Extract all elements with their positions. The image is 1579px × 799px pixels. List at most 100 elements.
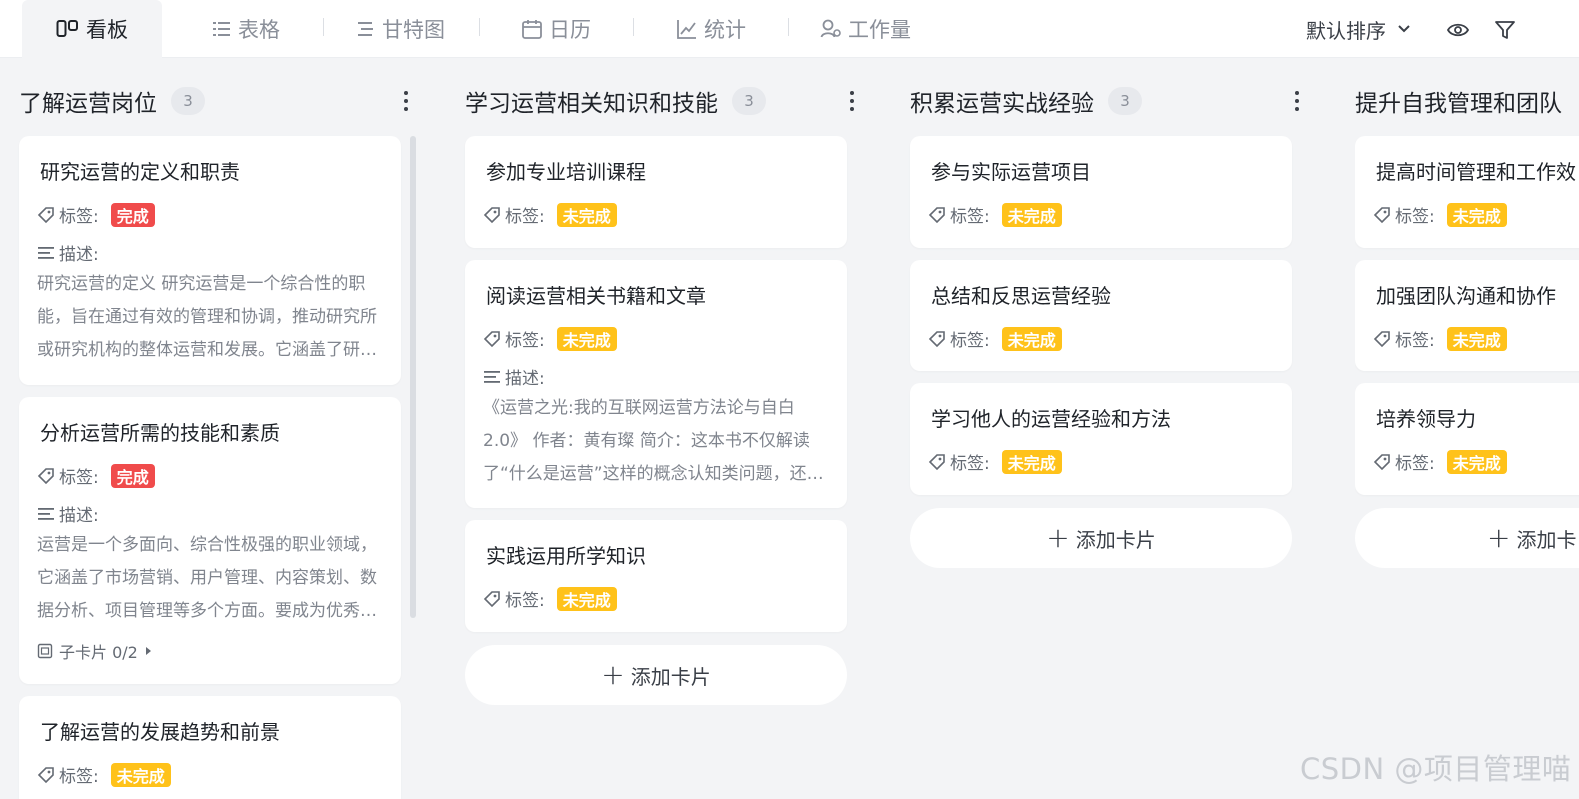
- sort-dropdown[interactable]: 默认排序: [1306, 0, 1412, 58]
- tag-icon: [928, 330, 946, 348]
- more-icon[interactable]: [847, 84, 857, 118]
- description-label: 描述:: [505, 369, 545, 389]
- task-card[interactable]: 参加专业培训课程 标签: 未完成: [465, 136, 847, 248]
- card-title: 总结和反思运营经验: [931, 284, 1111, 308]
- task-card[interactable]: 实践运用所学知识 标签: 未完成: [465, 520, 847, 632]
- task-card[interactable]: 分析运营所需的技能和素质 标签: 完成 描述: 运营是一个多面向、综合性极强的职…: [19, 397, 401, 684]
- tag-label: 标签:: [1395, 454, 1435, 474]
- tag-icon: [928, 453, 946, 471]
- more-icon[interactable]: [1292, 84, 1302, 118]
- tag-label: 标签:: [1395, 207, 1435, 227]
- filter-icon[interactable]: [1493, 18, 1517, 42]
- calendar-icon: [521, 18, 543, 40]
- tab-statistics[interactable]: 统计: [676, 0, 746, 58]
- status-badge: 完成: [110, 202, 155, 227]
- plus-icon: +: [1487, 521, 1511, 554]
- chart-icon: [676, 18, 698, 40]
- task-card[interactable]: 提高时间管理和工作效 标签: 未完成: [1355, 136, 1579, 248]
- tag-icon: [37, 206, 55, 224]
- card-title: 阅读运营相关书籍和文章: [486, 284, 706, 308]
- card-title: 参加专业培训课程: [486, 160, 646, 184]
- card-tag-row: 标签: 未完成: [1373, 326, 1507, 351]
- task-card[interactable]: 学习他人的运营经验和方法 标签: 未完成: [910, 383, 1292, 495]
- status-badge: 未完成: [110, 762, 171, 787]
- eye-icon[interactable]: [1446, 18, 1470, 42]
- status-badge: 未完成: [1446, 326, 1507, 351]
- column-count: 3: [1108, 87, 1142, 115]
- gantt-icon: [356, 20, 376, 38]
- column-scrollbar[interactable]: [410, 136, 416, 618]
- plus-icon: +: [601, 658, 625, 691]
- tag-label: 标签:: [59, 468, 99, 488]
- tab-table[interactable]: 表格: [212, 0, 280, 58]
- column-count: 3: [171, 87, 205, 115]
- kanban-column: 提升自我管理和团队 提高时间管理和工作效 标签: 未完成 加强团队沟通和协作 标…: [1355, 58, 1579, 799]
- card-tag-row: 标签: 未完成: [483, 326, 617, 351]
- sort-label: 默认排序: [1306, 18, 1386, 43]
- task-card[interactable]: 阅读运营相关书籍和文章 标签: 未完成 描述: 《运营之光:我的互联网运营方法论…: [465, 260, 847, 508]
- card-tag-row: 标签: 未完成: [483, 586, 617, 611]
- workload-icon: [820, 18, 842, 40]
- tag-label: 标签:: [505, 591, 545, 611]
- tag-icon: [1373, 330, 1391, 348]
- status-badge: 未完成: [1001, 202, 1062, 227]
- card-description: 《运营之光:我的互联网运营方法论与自白2.0》 作者：黄有璨 简介：这本书不仅解…: [483, 398, 824, 484]
- tag-label: 标签:: [505, 331, 545, 351]
- view-toolbar: 看板 表格 甘特图 日历 统计 工作量 默认排序: [0, 0, 1579, 58]
- add-card-button[interactable]: + 添加卡片: [465, 645, 847, 705]
- tab-divider: [323, 18, 324, 36]
- plus-icon: +: [1046, 521, 1070, 554]
- column-count: 3: [732, 87, 766, 115]
- more-icon[interactable]: [401, 84, 411, 118]
- column-title: 了解运营岗位: [19, 91, 157, 117]
- status-badge: 未完成: [1446, 449, 1507, 474]
- card-tag-row: 标签: 完成: [37, 202, 155, 227]
- description-icon: [483, 368, 501, 386]
- card-tag-row: 标签: 未完成: [37, 762, 171, 787]
- task-card[interactable]: 研究运营的定义和职责 标签: 完成 描述: 研究运营的定义 研究运营是一个综合性…: [19, 136, 401, 385]
- task-card[interactable]: 参与实际运营项目 标签: 未完成: [910, 136, 1292, 248]
- task-card[interactable]: 了解运营的发展趋势和前景 标签: 未完成: [19, 696, 401, 799]
- add-card-button[interactable]: + 添加卡片: [910, 508, 1292, 568]
- card-description: 研究运营的定义 研究运营是一个综合性的职能，旨在通过有效的管理和协调，推动研究所…: [37, 274, 377, 360]
- description-icon: [37, 505, 55, 523]
- tab-gantt[interactable]: 甘特图: [356, 0, 445, 58]
- task-card[interactable]: 培养领导力 标签: 未完成: [1355, 383, 1579, 495]
- task-card[interactable]: 总结和反思运营经验 标签: 未完成: [910, 260, 1292, 371]
- tab-label: 甘特图: [382, 18, 445, 42]
- watermark: CSDN @项目管理喵: [1300, 752, 1572, 786]
- subcard-counter[interactable]: 子卡片 0/2: [37, 639, 151, 663]
- tab-label: 表格: [238, 18, 280, 42]
- caret-right-icon: [145, 647, 151, 655]
- tab-label: 日历: [549, 18, 591, 42]
- tab-workload[interactable]: 工作量: [820, 0, 911, 58]
- card-title: 分析运营所需的技能和素质: [40, 421, 280, 445]
- status-badge: 未完成: [1446, 202, 1507, 227]
- tab-calendar[interactable]: 日历: [521, 0, 591, 58]
- card-title: 培养领导力: [1376, 407, 1476, 431]
- card-desc-label-row: 描述:: [37, 240, 99, 265]
- tag-icon: [1373, 206, 1391, 224]
- card-title: 提高时间管理和工作效: [1376, 160, 1576, 184]
- card-title: 参与实际运营项目: [931, 160, 1091, 184]
- tag-label: 标签:: [950, 331, 990, 351]
- column-header: 学习运营相关知识和技能 3: [465, 84, 855, 118]
- subcard-label: 子卡片 0/2: [59, 643, 138, 662]
- tag-icon: [1373, 453, 1391, 471]
- card-tag-row: 标签: 未完成: [928, 202, 1062, 227]
- kanban-icon: [56, 18, 80, 40]
- column-title: 提升自我管理和团队: [1355, 91, 1562, 117]
- subcard-icon: [37, 643, 53, 659]
- tab-divider: [633, 18, 634, 36]
- status-badge: 未完成: [556, 202, 617, 227]
- tab-divider: [479, 18, 480, 36]
- tag-icon: [483, 330, 501, 348]
- tag-label: 标签:: [505, 207, 545, 227]
- task-card[interactable]: 加强团队沟通和协作 标签: 未完成: [1355, 260, 1579, 371]
- tag-label: 标签:: [1395, 331, 1435, 351]
- add-card-button[interactable]: + 添加卡: [1355, 508, 1579, 568]
- add-card-label: 添加卡: [1516, 527, 1577, 552]
- tab-kanban[interactable]: 看板: [22, 0, 162, 58]
- card-desc-label-row: 描述:: [483, 364, 545, 389]
- column-title: 积累运营实战经验: [910, 91, 1094, 117]
